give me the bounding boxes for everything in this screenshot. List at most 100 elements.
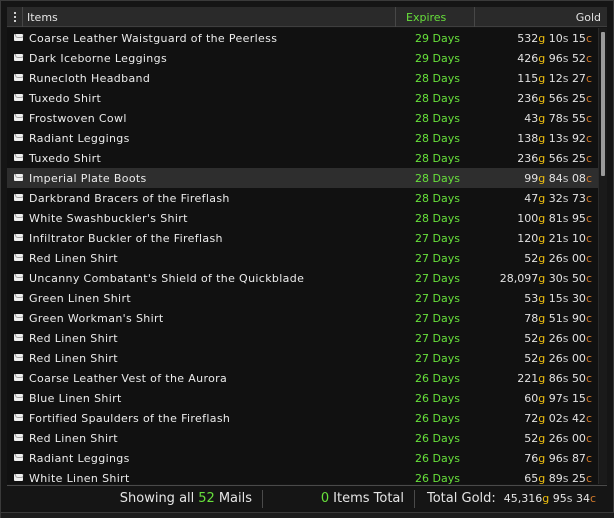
envelope-icon [14,334,23,341]
mail-row[interactable]: Radiant Leggings 26 Days 76g 96s 87c [7,448,598,468]
column-header-items[interactable]: Items [23,7,396,27]
gold-amount: 60g 97s 15c [524,392,592,405]
silver-unit: s [562,371,569,385]
mail-row[interactable]: Coarse Leather Waistguard of the Peerles… [7,28,598,48]
gold-unit: g [538,51,546,65]
silver-value: 21 [548,231,563,245]
scrollbar-thumb[interactable] [601,32,605,176]
expires-value: 28 Days [415,211,460,225]
mail-row[interactable]: Green Workman's Shirt 27 Days 78g 51s 90c [7,308,598,328]
gold-unit: g [538,291,546,305]
expires-value: 27 Days [415,351,460,365]
gold-amount: 236g 56s 25c [517,92,592,105]
gold-unit: g [538,351,546,365]
gold-value: 236 [517,151,539,165]
mail-row[interactable]: Blue Linen Shirt 26 Days 60g 97s 15c [7,388,598,408]
envelope-icon [14,394,23,401]
mail-row[interactable]: Tuxedo Shirt 28 Days 236g 56s 25c [7,88,598,108]
copper-unit: c [585,471,592,485]
gold-amount: 221g 86s 50c [517,372,592,385]
gold-value: 138 [517,131,539,145]
copper-value: 73 [571,191,586,205]
mail-row[interactable]: Dark Iceborne Leggings 29 Days 426g 96s 52… [7,48,598,68]
gold-amount: 52g 26s 00c [524,352,592,365]
expires-value: 29 Days [415,51,460,65]
mail-row[interactable]: Frostwoven Cowl 28 Days 43g 78s 55c [7,108,598,128]
gold-unit: g [538,251,546,265]
gold-value: 60 [524,391,539,405]
silver-value: 32 [548,191,563,205]
mail-row[interactable]: Red Linen Shirt 27 Days 52g 26s 00c [7,348,598,368]
mail-row[interactable]: Imperial Plate Boots 28 Days 99g 84s 08c [7,168,598,188]
silver-unit: s [562,251,569,265]
mail-row[interactable]: Red Linen Shirt 27 Days 52g 26s 00c [7,328,598,348]
copper-value: 15 [571,31,586,45]
mail-row[interactable]: Tuxedo Shirt 28 Days 236g 56s 25c [7,148,598,168]
copper-unit: c [585,171,592,185]
mail-row[interactable]: Coarse Leather Vest of the Aurora 26 Days… [7,368,598,388]
copper-unit: c [585,191,592,205]
copper-value: 92 [571,131,586,145]
total-gold-amount: 45,316g 95s 34c [504,492,596,505]
item-name: Radiant Leggings [29,451,130,465]
mail-row[interactable]: Uncanny Combatant's Shield of the Quickb… [7,268,598,288]
envelope-icon [14,354,23,361]
mail-row[interactable]: Red Linen Shirt 26 Days 52g 26s 00c [7,428,598,448]
mail-row[interactable]: Darkbrand Bracers of the Fireflash 28 Day… [7,188,598,208]
silver-value: 02 [548,411,563,425]
copper-value: 30 [571,291,586,305]
copper-unit: c [589,492,597,505]
copper-value: 52 [571,51,586,65]
mail-row[interactable]: Radiant Leggings 28 Days 138g 13s 92c [7,128,598,148]
silver-unit: s [562,431,569,445]
items-suffix: Items Total [333,491,404,506]
gold-unit: g [538,371,546,385]
copper-value: 25 [571,151,586,165]
gold-amount: 52g 26s 00c [524,432,592,445]
expires-value: 27 Days [415,331,460,345]
mail-row[interactable]: Green Linen Shirt 27 Days 53g 15s 30c [7,288,598,308]
copper-unit: c [585,31,592,45]
envelope-icon [14,154,23,161]
copper-unit: c [585,291,592,305]
silver-unit: s [562,211,569,225]
copper-unit: c [585,231,592,245]
expires-value: 28 Days [415,131,460,145]
silver-unit: s [562,51,569,65]
gold-amount: 52g 26s 00c [524,332,592,345]
item-name: Blue Linen Shirt [29,391,122,405]
expires-value: 26 Days [415,451,460,465]
mail-row[interactable]: White Swashbuckler's Shirt 28 Days 100g 81… [7,208,598,228]
gold-unit: g [538,191,546,205]
scrollbar[interactable] [598,28,607,484]
mail-row[interactable]: Infiltrator Buckler of the Fireflash 27 D… [7,228,598,248]
silver-unit: s [562,31,569,45]
silver-unit: s [562,191,569,205]
mail-list[interactable]: Coarse Leather Waistguard of the Peerles… [7,28,598,484]
mail-count: 52 [198,491,215,506]
column-drag-handle[interactable] [7,7,23,27]
envelope-icon [14,194,23,201]
gold-value: 99 [524,171,539,185]
envelope-icon [14,474,23,481]
silver-value: 84 [548,171,563,185]
mail-row[interactable]: Red Linen Shirt 27 Days 52g 26s 00c [7,248,598,268]
silver-value: 97 [548,391,563,405]
copper-unit: c [585,391,592,405]
gold-amount: 43g 78s 55c [524,112,592,125]
column-header-expires[interactable]: Expires [402,7,475,27]
copper-unit: c [585,91,592,105]
envelope-icon [14,74,23,81]
mail-row[interactable]: Runecloth Headband 28 Days 115g 12s 27c [7,68,598,88]
gold-unit: g [538,451,546,465]
expires-value: 28 Days [415,151,460,165]
gold-value: 52 [524,351,539,365]
mail-row[interactable]: White Linen Shirt 26 Days 65g 89s 25c [7,468,598,484]
showing-suffix: Mails [218,491,252,506]
item-name: Radiant Leggings [29,131,130,145]
silver-value: 15 [548,291,563,305]
total-gold-label: Total Gold: [427,491,496,506]
mail-row[interactable]: Fortified Spaulders of the Fireflash 26 D… [7,408,598,428]
gold-unit: g [542,492,550,505]
column-header-gold[interactable]: Gold [572,7,601,27]
